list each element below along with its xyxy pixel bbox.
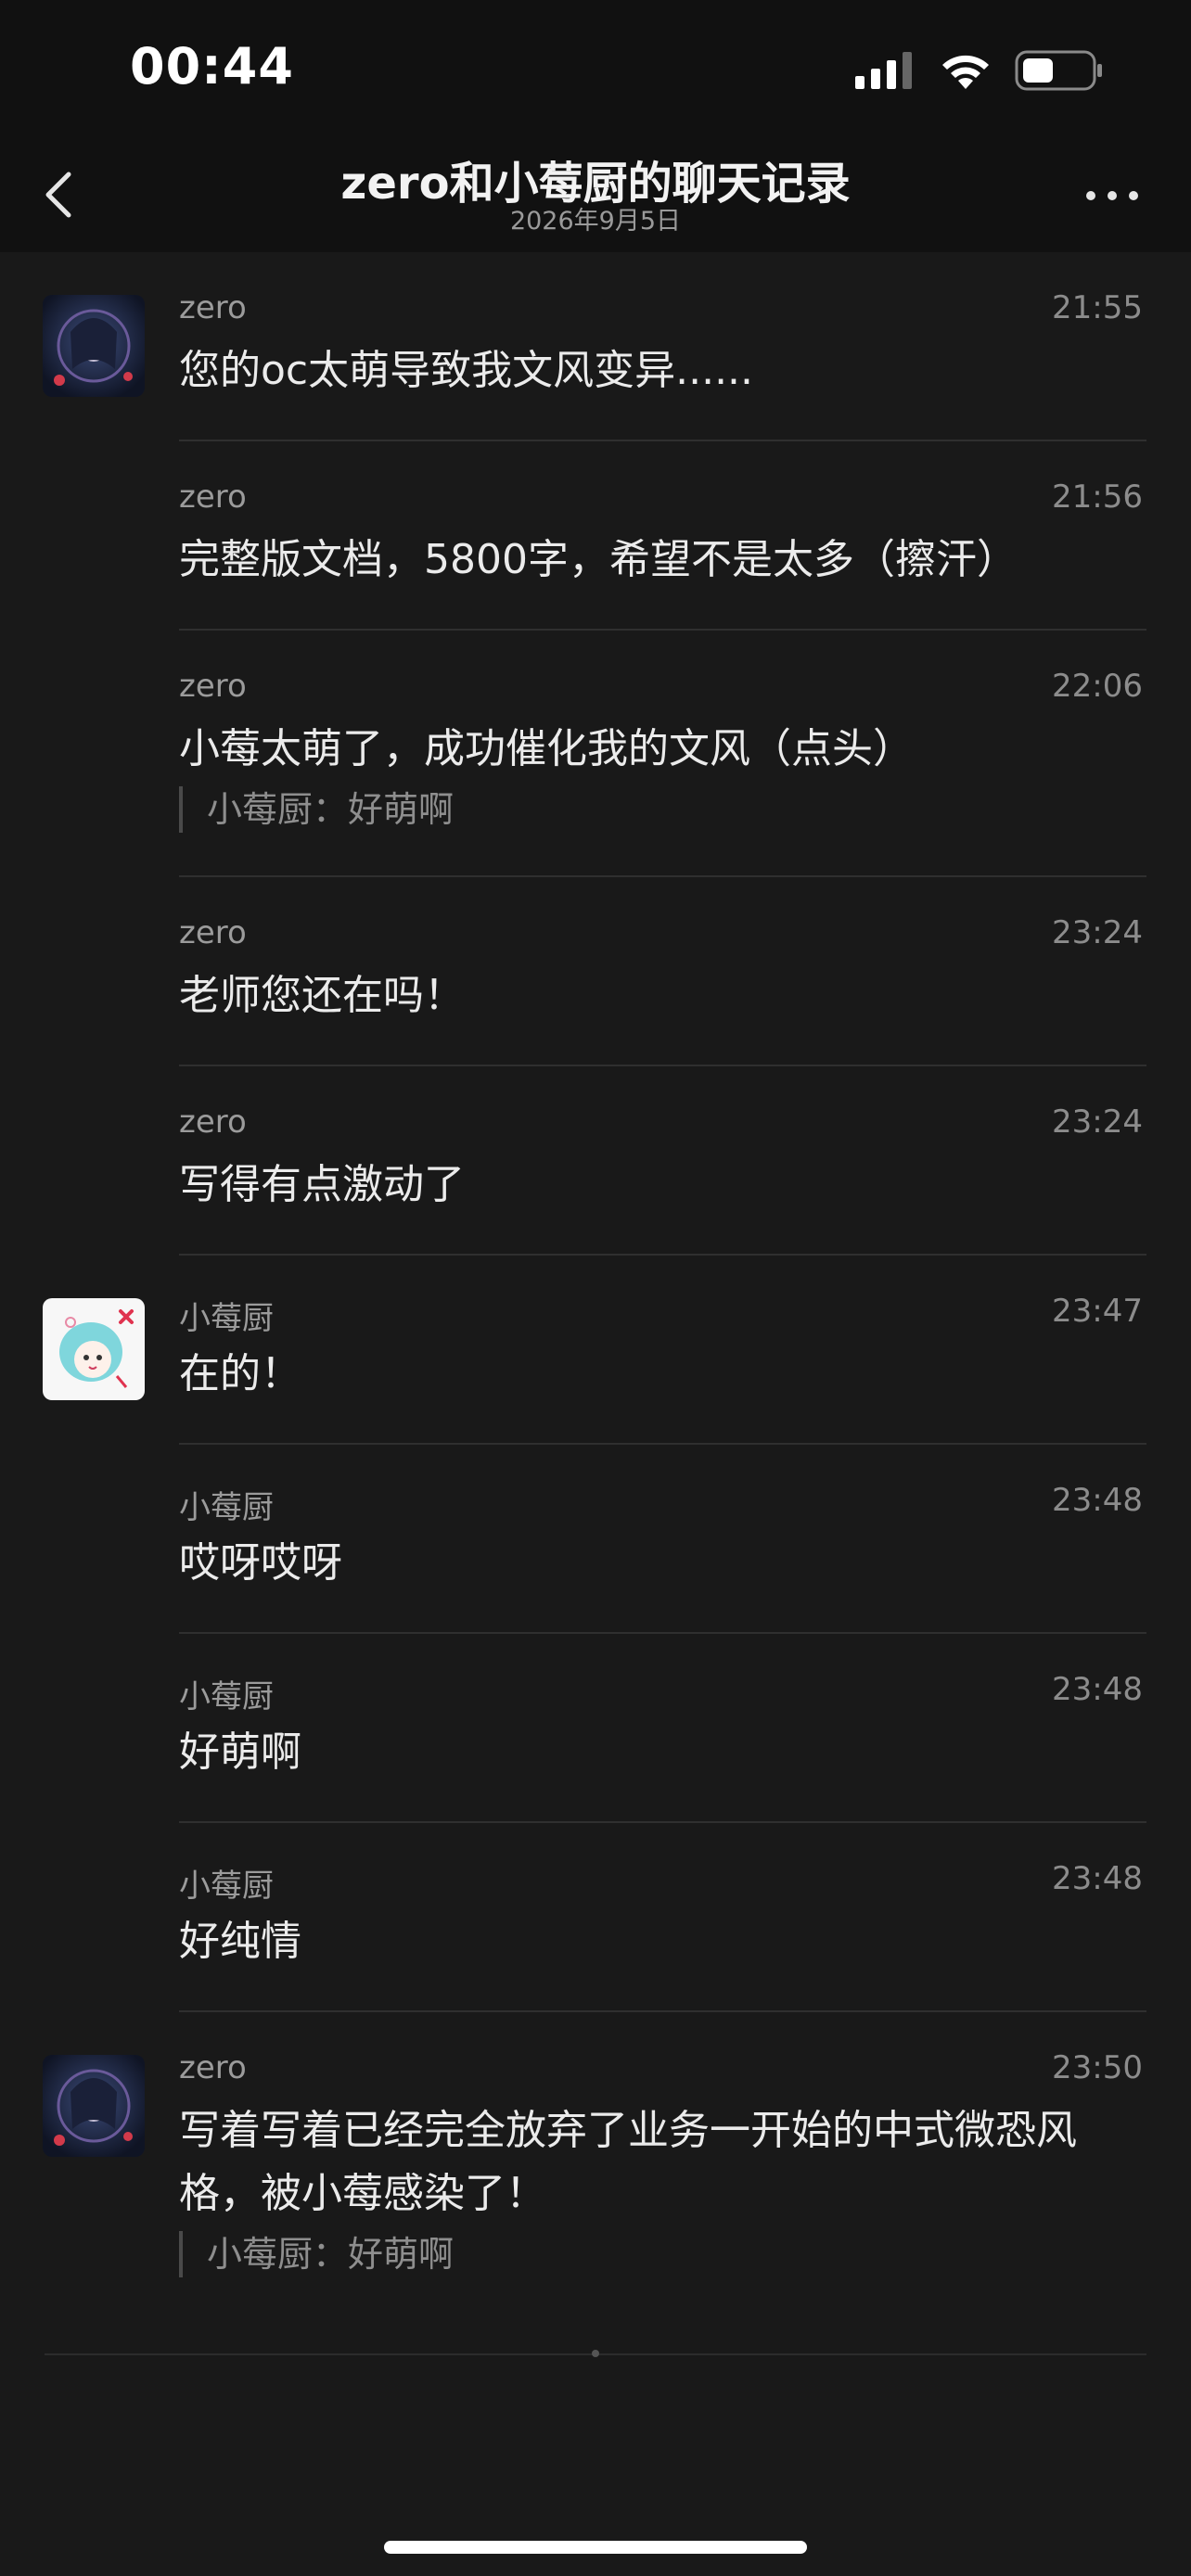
message-text: 老师您还在吗！ bbox=[179, 972, 465, 1019]
message-sender: 小莓厨 bbox=[179, 1678, 274, 1715]
message-time: 23:24 bbox=[1052, 914, 1143, 951]
list-end-dot bbox=[592, 2350, 599, 2357]
message-text: 好纯情 bbox=[179, 1918, 301, 1965]
status-time: 00:44 bbox=[130, 37, 294, 96]
message-text: 小莓太萌了，成功催化我的文风（点头） bbox=[179, 725, 914, 772]
message-sender: zero bbox=[179, 668, 247, 705]
chat-message[interactable]: zero 21:55 您的oc太萌导致我文风变异...... bbox=[0, 252, 1191, 441]
battery-icon bbox=[1015, 50, 1102, 91]
message-sender: zero bbox=[179, 2049, 247, 2086]
chat-message[interactable]: 小莓厨 23:47 在的！ bbox=[0, 1256, 1191, 1445]
wifi-icon bbox=[942, 55, 989, 89]
message-time: 23:24 bbox=[1052, 1103, 1143, 1141]
chat-message[interactable]: zero 22:06 小莓太萌了，成功催化我的文风（点头） 小莓厨：好萌啊 bbox=[0, 631, 1191, 877]
message-text: 完整版文档，5800字，希望不是太多（擦汗） bbox=[179, 536, 1018, 583]
chat-message[interactable]: 小莓厨 23:48 好萌啊 bbox=[0, 1634, 1191, 1823]
avatar-xiaomeichu[interactable] bbox=[43, 1298, 145, 1400]
quoted-reply[interactable]: 小莓厨：好萌啊 bbox=[179, 786, 454, 833]
message-time: 23:48 bbox=[1052, 1671, 1143, 1708]
message-time: 23:50 bbox=[1052, 2049, 1143, 2086]
message-sender: 小莓厨 bbox=[179, 1868, 274, 1905]
chat-message[interactable]: zero 23:24 老师您还在吗！ bbox=[0, 877, 1191, 1066]
chat-message[interactable]: 小莓厨 23:48 好纯情 bbox=[0, 1823, 1191, 2012]
quoted-reply[interactable]: 小莓厨：好萌啊 bbox=[179, 2231, 454, 2277]
chat-message[interactable]: zero 23:50 写着写着已经完全放弃了业务一开始的中式微恐风格，被小莓感染… bbox=[0, 2012, 1191, 2318]
message-sender: zero bbox=[179, 289, 247, 326]
avatar-zero[interactable] bbox=[43, 295, 145, 397]
message-time: 23:47 bbox=[1052, 1293, 1143, 1330]
chat-message[interactable]: 小莓厨 23:48 哎呀哎呀 bbox=[0, 1445, 1191, 1634]
message-time: 23:48 bbox=[1052, 1482, 1143, 1519]
nav-bar: zero和小莓厨的聊天记录 2026年9月5日 bbox=[0, 139, 1191, 252]
home-indicator[interactable] bbox=[384, 2541, 807, 2554]
message-text: 写着写着已经完全放弃了业务一开始的中式微恐风格，被小莓感染了！ bbox=[179, 2107, 1077, 2217]
message-sender: zero bbox=[179, 1103, 247, 1141]
status-bar: 00:44 bbox=[0, 0, 1191, 139]
message-time: 22:06 bbox=[1052, 668, 1143, 705]
more-options-button[interactable] bbox=[1080, 182, 1145, 210]
message-sender: zero bbox=[179, 478, 247, 516]
message-text: 您的oc太萌导致我文风变异...... bbox=[179, 347, 754, 394]
avatar-zero[interactable] bbox=[43, 2055, 145, 2157]
chat-message[interactable]: zero 23:24 写得有点激动了 bbox=[0, 1066, 1191, 1256]
message-time: 23:48 bbox=[1052, 1860, 1143, 1897]
message-sender: 小莓厨 bbox=[179, 1489, 274, 1526]
message-text: 好萌啊 bbox=[179, 1728, 301, 1776]
message-time: 21:56 bbox=[1052, 478, 1143, 516]
message-text: 写得有点激动了 bbox=[179, 1161, 465, 1208]
message-sender: zero bbox=[179, 914, 247, 951]
page-subtitle: 2026年9月5日 bbox=[509, 207, 682, 236]
message-text: 在的！ bbox=[179, 1350, 301, 1397]
message-sender: 小莓厨 bbox=[179, 1300, 274, 1337]
chat-message[interactable]: zero 21:56 完整版文档，5800字，希望不是太多（擦汗） bbox=[0, 441, 1191, 631]
message-text: 哎呀哎呀 bbox=[179, 1539, 342, 1587]
cellular-signal-icon bbox=[855, 52, 912, 89]
message-time: 21:55 bbox=[1052, 289, 1143, 326]
